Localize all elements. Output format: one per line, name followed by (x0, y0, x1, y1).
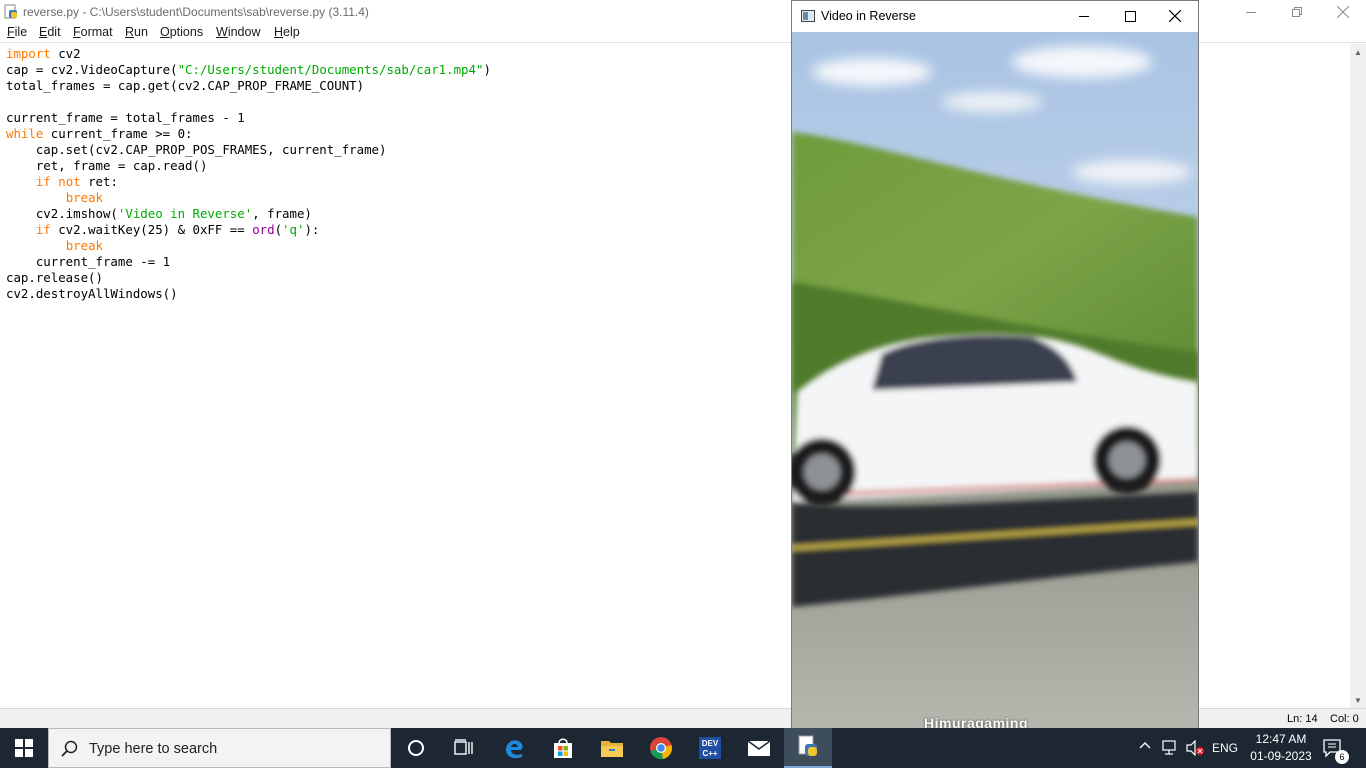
video-minimize-button[interactable] (1061, 1, 1107, 31)
code-text[interactable]: import cv2 cap = cv2.VideoCapture("C:/Use… (6, 46, 491, 302)
restore-icon (1291, 6, 1302, 17)
code-line[interactable]: if not ret: (6, 174, 491, 190)
code-line[interactable]: current_frame = total_frames - 1 (6, 110, 491, 126)
devcpp-icon: DEV C++ (699, 737, 721, 759)
code-line[interactable]: cap.release() (6, 270, 491, 286)
language-indicator[interactable]: ENG (1212, 741, 1238, 755)
start-button[interactable] (0, 728, 48, 768)
code-line[interactable]: cap = cv2.VideoCapture("C:/Users/student… (6, 62, 491, 78)
show-hidden-icons-icon[interactable] (1137, 738, 1153, 754)
video-close-button[interactable] (1152, 1, 1198, 31)
desktop: reverse.py - C:\Users\student\Documents\… (0, 0, 1366, 768)
network-icon[interactable] (1162, 740, 1180, 756)
svg-text:DEV: DEV (702, 739, 719, 748)
python-file-icon (4, 4, 17, 19)
file-explorer-button[interactable] (588, 728, 636, 768)
devcpp-button[interactable]: DEV C++ (686, 728, 734, 768)
code-line[interactable]: cv2.destroyAllWindows() (6, 286, 491, 302)
store-icon (554, 738, 572, 758)
cortana-icon (408, 740, 424, 756)
code-line[interactable]: while current_frame >= 0: (6, 126, 491, 142)
code-line[interactable]: current_frame -= 1 (6, 254, 491, 270)
idle-restore-button[interactable] (1274, 0, 1320, 24)
video-window-title: Video in Reverse (821, 9, 916, 23)
clock-date[interactable]: 01-09-2023 (1244, 749, 1318, 763)
minimize-icon (1078, 15, 1089, 17)
code-line[interactable]: import cv2 (6, 46, 491, 62)
notification-count-badge: 6 (1335, 750, 1349, 764)
vertical-scrollbar[interactable]: ▲ ▼ (1350, 44, 1366, 708)
menu-format[interactable]: Format (73, 25, 113, 39)
scroll-up-icon[interactable]: ▲ (1350, 44, 1366, 60)
menu-edit[interactable]: Edit (39, 25, 61, 39)
store-button[interactable] (539, 728, 587, 768)
scroll-down-icon[interactable]: ▼ (1350, 692, 1366, 708)
edge-icon (506, 740, 523, 759)
video-maximize-button[interactable] (1107, 1, 1153, 31)
edge-button[interactable] (490, 728, 538, 768)
video-frame: Himuragaming (792, 32, 1198, 730)
python-idle-button[interactable] (784, 728, 832, 768)
taskbar: Type here to search DEV C++ ENG 12:47 AM… (0, 728, 1366, 768)
code-line[interactable]: ret, frame = cap.read() (6, 158, 491, 174)
code-line[interactable]: break (6, 238, 491, 254)
code-line[interactable]: total_frames = cap.get(cv2.CAP_PROP_FRAM… (6, 78, 491, 94)
mail-button[interactable] (735, 728, 783, 768)
task-view-icon (454, 739, 473, 755)
windows-icon (15, 739, 33, 757)
maximize-icon (1124, 10, 1136, 22)
clock-time[interactable]: 12:47 AM (1244, 732, 1318, 746)
close-icon (1337, 6, 1349, 18)
code-line[interactable]: if cv2.waitKey(25) & 0xFF == ord('q'): (6, 222, 491, 238)
search-icon (61, 740, 78, 757)
status-column: Col: 0 (1330, 713, 1359, 725)
search-box[interactable]: Type here to search (48, 728, 391, 768)
code-line[interactable]: break (6, 190, 491, 206)
menu-file[interactable]: File (7, 25, 27, 39)
close-icon (1169, 10, 1181, 22)
menu-window[interactable]: Window (216, 25, 260, 39)
file-explorer-icon (601, 741, 623, 757)
menu-run[interactable]: Run (125, 25, 148, 39)
code-line[interactable]: cap.set(cv2.CAP_PROP_POS_FRAMES, current… (6, 142, 491, 158)
status-line: Ln: 14 (1287, 713, 1318, 725)
minimize-icon (1245, 11, 1256, 13)
cortana-button[interactable] (392, 728, 440, 768)
video-frame-image (792, 32, 1198, 730)
svg-text:C++: C++ (702, 749, 717, 758)
mail-icon (747, 740, 771, 756)
video-window-icon (801, 10, 815, 22)
menu-options[interactable]: Options (160, 25, 203, 39)
python-idle-icon (798, 735, 817, 756)
code-line[interactable] (6, 94, 491, 110)
code-line[interactable]: cv2.imshow('Video in Reverse', frame) (6, 206, 491, 222)
search-placeholder[interactable]: Type here to search (89, 741, 217, 757)
volume-muted-icon[interactable] (1186, 740, 1204, 756)
video-title-bar[interactable]: Video in Reverse (792, 1, 1198, 31)
task-view-button[interactable] (440, 728, 488, 768)
menu-help[interactable]: Help (274, 25, 300, 39)
chrome-icon (650, 737, 672, 760)
idle-minimize-button[interactable] (1228, 0, 1274, 24)
idle-close-button[interactable] (1320, 0, 1366, 24)
video-window[interactable]: Video in Reverse Himuragaming (791, 0, 1199, 730)
idle-window-title: reverse.py - C:\Users\student\Documents\… (23, 5, 369, 19)
chrome-button[interactable] (637, 728, 685, 768)
